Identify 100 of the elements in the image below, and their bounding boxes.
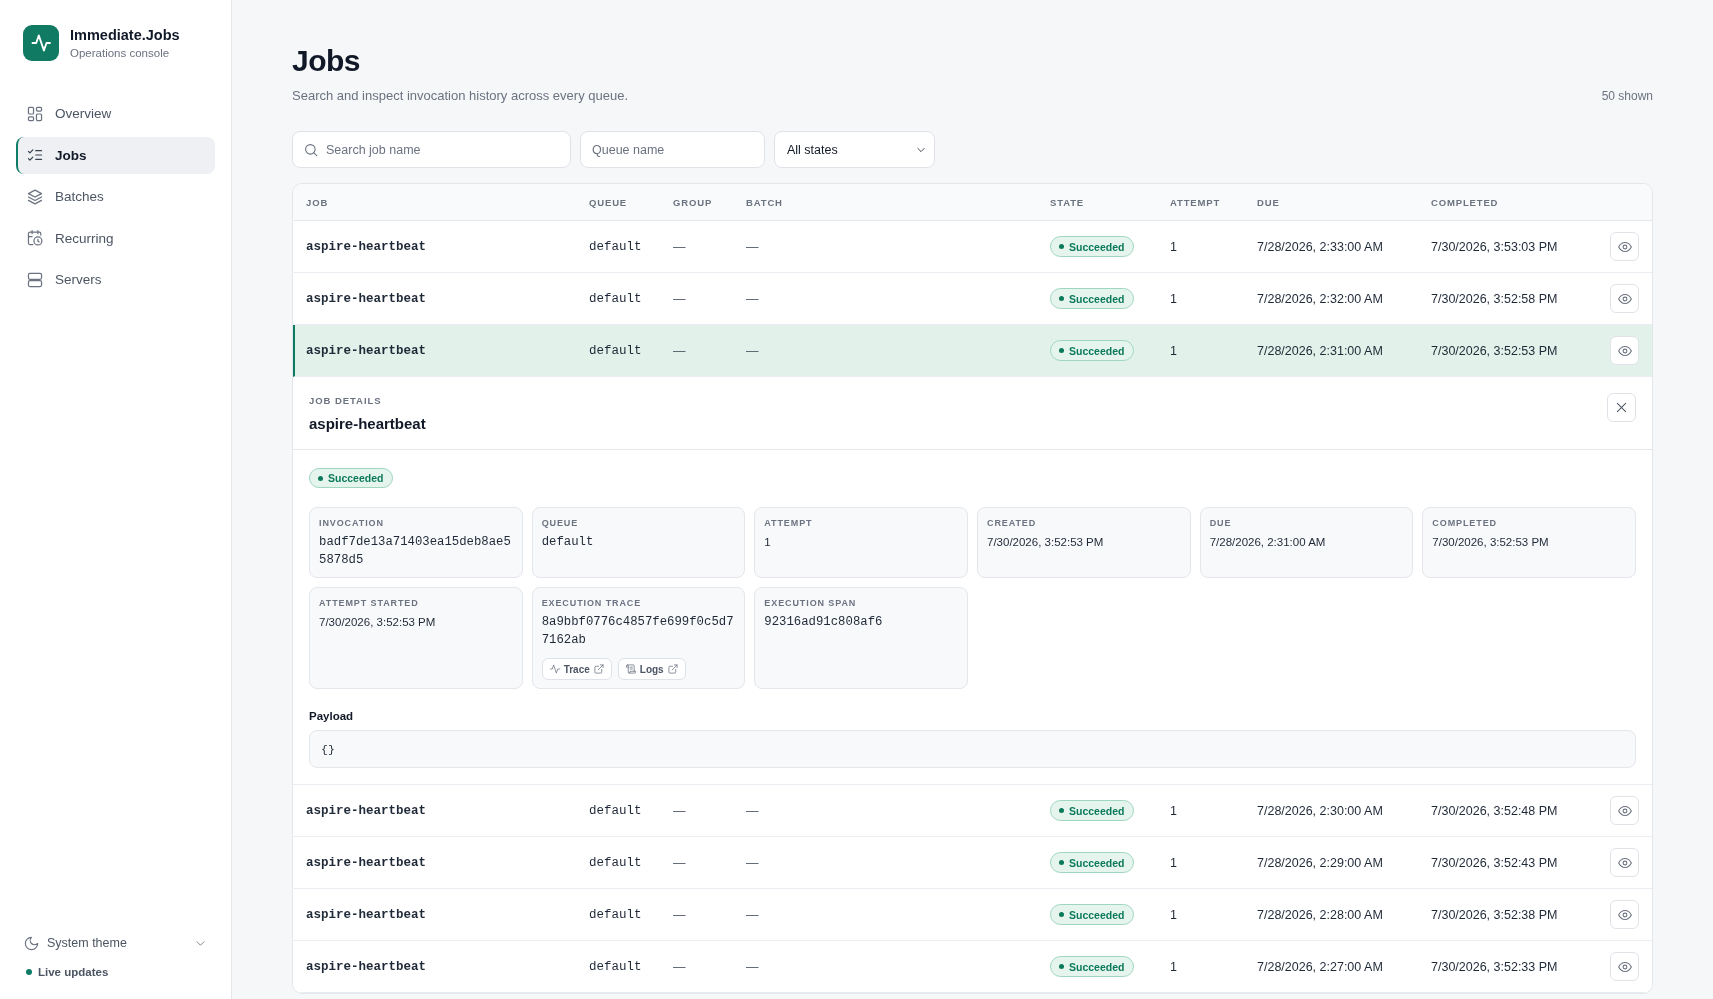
nav-item[interactable]: Jobs xyxy=(16,136,215,174)
app-subtitle: Operations console xyxy=(70,45,171,61)
group-value: — xyxy=(673,855,687,870)
group-value: — xyxy=(673,959,687,974)
eye-icon xyxy=(1617,291,1632,306)
queue-name: default xyxy=(589,959,643,974)
completed-time: 7/30/2026, 3:53:03 PM xyxy=(1431,239,1559,254)
due-time: 7/28/2026, 2:29:00 AM xyxy=(1257,855,1384,870)
page-title: Jobs xyxy=(292,44,362,78)
pulse-logo-icon xyxy=(23,25,59,61)
due-time: 7/28/2026, 2:28:00 AM xyxy=(1257,907,1384,922)
status-dot-icon xyxy=(1059,860,1064,865)
status-dot-icon xyxy=(318,475,323,481)
nav-item[interactable]: Recurring xyxy=(16,219,215,257)
due-time: 7/28/2026, 2:33:00 AM xyxy=(1257,239,1384,254)
completed-time: 7/30/2026, 3:52:43 PM xyxy=(1431,855,1559,870)
completed-time: 7/30/2026, 3:52:38 PM xyxy=(1431,907,1559,922)
batch-value: — xyxy=(746,959,760,974)
due-time: 7/28/2026, 2:30:00 AM xyxy=(1257,803,1384,818)
layers-icon xyxy=(27,188,43,205)
field-value: 7/30/2026, 3:52:53 PM xyxy=(987,535,1104,550)
group-value: — xyxy=(673,239,687,254)
moon-icon xyxy=(24,935,39,951)
state-select[interactable]: All states xyxy=(774,131,935,168)
field-label: CREATED xyxy=(987,517,1037,529)
field-label: ATTEMPT STARTED xyxy=(319,597,419,609)
field-label: DUE xyxy=(1209,517,1232,529)
field-label: COMPLETED xyxy=(1432,517,1497,529)
view-button[interactable] xyxy=(1610,284,1639,313)
column-header: ATTEMPT xyxy=(1170,196,1222,208)
attempt-count: 1 xyxy=(1170,803,1178,818)
nav-item[interactable]: Batches xyxy=(16,178,215,215)
due-time: 7/28/2026, 2:27:00 AM xyxy=(1257,959,1384,974)
eye-icon xyxy=(1617,803,1632,818)
group-value: — xyxy=(673,291,687,306)
state-text: Succeeded xyxy=(1069,960,1125,973)
state-text: Succeeded xyxy=(1069,856,1125,869)
job-name: aspire-heartbeat xyxy=(306,343,428,358)
page-subtitle: Search and inspect invocation history across every queue. xyxy=(292,87,629,105)
search-field[interactable]: Search job name xyxy=(292,131,571,168)
queue-name: default xyxy=(589,803,643,818)
status-dot-icon xyxy=(1059,244,1064,249)
server-icon xyxy=(27,271,43,288)
state-text: Succeeded xyxy=(1069,240,1125,253)
view-button[interactable] xyxy=(1610,952,1639,981)
table-row[interactable]: aspire-heartbeat default — — Succeeded 1 7/28/2026, 2:31:00 AM 7/30/2026, 3:52:53 PM xyxy=(293,325,1652,377)
status-dot-icon xyxy=(1059,964,1064,969)
batch-value: — xyxy=(746,343,760,358)
theme-select[interactable]: System theme xyxy=(16,929,215,957)
queue-field[interactable]: Queue name xyxy=(580,131,765,168)
external-link-button[interactable]: Logs xyxy=(617,658,686,680)
detail-title: aspire-heartbeat xyxy=(309,414,426,434)
group-value: — xyxy=(673,343,687,358)
close-button[interactable] xyxy=(1607,393,1636,422)
calendar-clock-icon xyxy=(27,230,43,246)
view-button[interactable] xyxy=(1610,796,1639,825)
view-button[interactable] xyxy=(1610,232,1639,261)
grid-icon xyxy=(27,105,43,122)
queue-name: default xyxy=(589,343,643,358)
column-header: BATCH xyxy=(746,196,784,208)
status-dot-icon xyxy=(1059,296,1064,301)
field-label: INVOCATION xyxy=(319,517,384,529)
field-label: EXECUTION TRACE xyxy=(541,597,642,609)
status-dot-icon xyxy=(1059,808,1064,813)
app-name: Immediate.Jobs xyxy=(70,25,180,44)
queue-name: default xyxy=(589,239,643,254)
batch-value: — xyxy=(746,239,760,254)
state-text: Succeeded xyxy=(328,472,384,484)
close-icon xyxy=(1615,401,1628,414)
search-icon xyxy=(304,142,318,157)
completed-time: 7/30/2026, 3:52:33 PM xyxy=(1431,959,1559,974)
eye-icon xyxy=(1617,343,1632,358)
view-button[interactable] xyxy=(1610,336,1639,365)
eye-icon xyxy=(1617,239,1632,254)
eye-icon xyxy=(1617,907,1632,922)
column-header: DUE xyxy=(1257,196,1281,208)
section-label: JOB DETAILS xyxy=(309,394,383,408)
external-link-button[interactable]: Trace xyxy=(541,658,612,680)
field-value: 1 xyxy=(764,535,771,550)
nav-item[interactable]: Overview xyxy=(16,95,215,132)
state-text: Succeeded xyxy=(1069,804,1125,817)
column-header: COMPLETED xyxy=(1431,196,1500,208)
nav-item[interactable]: Servers xyxy=(16,261,215,298)
pulse-icon xyxy=(549,664,560,674)
queue-name: default xyxy=(589,907,643,922)
field-value: default xyxy=(541,534,594,551)
queue-name: default xyxy=(589,291,643,306)
job-name: aspire-heartbeat xyxy=(306,855,428,870)
view-button[interactable] xyxy=(1610,900,1639,929)
attempt-count: 1 xyxy=(1170,343,1178,358)
batch-value: — xyxy=(746,855,760,870)
attempt-count: 1 xyxy=(1170,239,1178,254)
completed-time: 7/30/2026, 3:52:53 PM xyxy=(1431,343,1559,358)
queue-name: default xyxy=(589,855,643,870)
payload-code-block: {} xyxy=(309,730,1636,768)
view-button[interactable] xyxy=(1610,848,1639,877)
column-header: GROUP xyxy=(673,196,714,208)
field-label: QUEUE xyxy=(541,517,579,529)
attempt-count: 1 xyxy=(1170,907,1178,922)
checklist-icon xyxy=(27,147,43,163)
